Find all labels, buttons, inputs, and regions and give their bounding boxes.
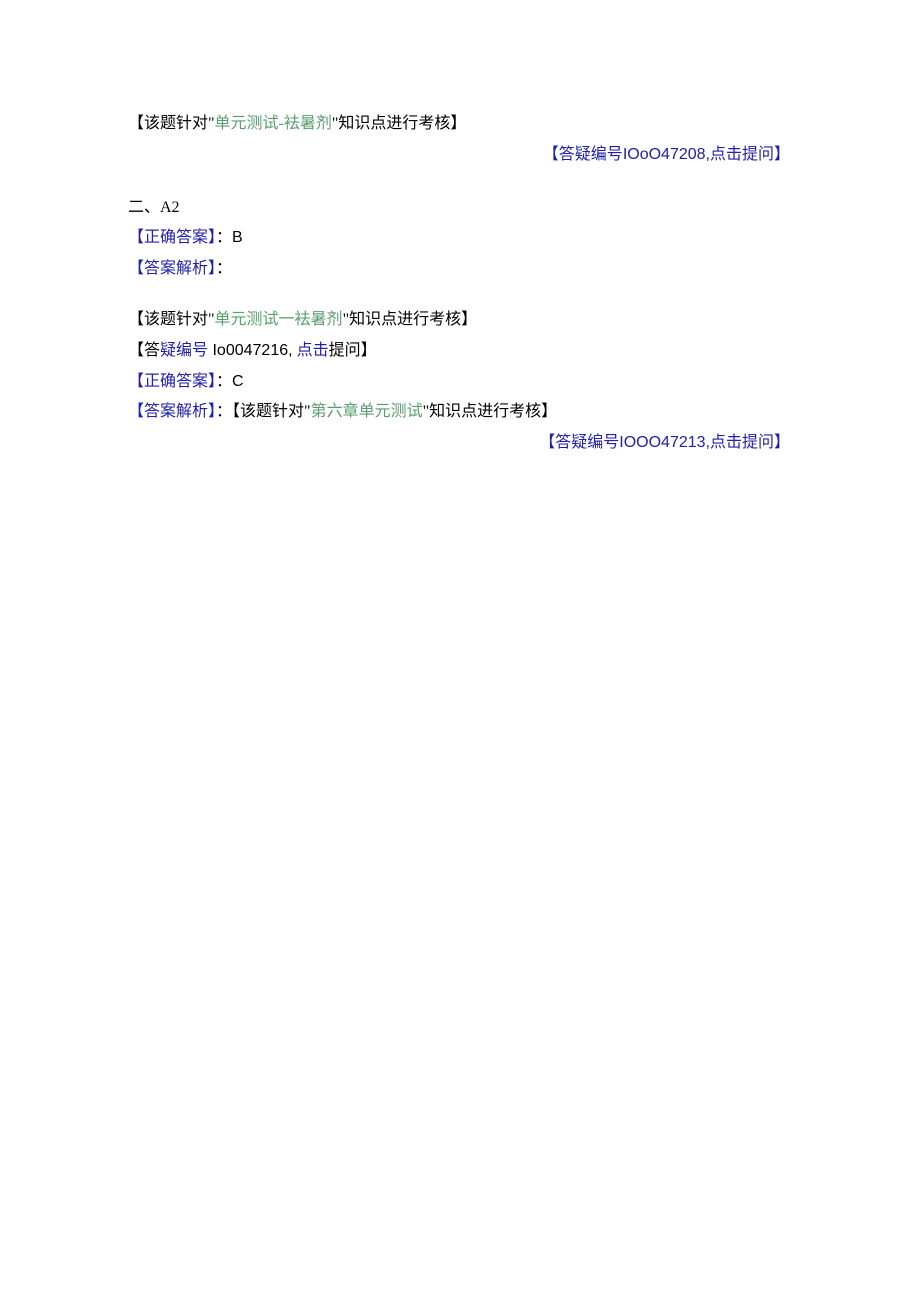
answer-label: 【正确答案】 [128, 229, 216, 246]
text-suffix: 提问】 [329, 342, 377, 359]
analysis-label: 【答案解析】 [128, 260, 216, 277]
heading-text: 二、A2 [128, 199, 180, 216]
link-suffix: 点击提问】 [710, 146, 790, 163]
answer-colon: ： [216, 229, 232, 246]
note-line-2: 【该题针对"单元测试一袪暑剂"知识点进行考核】 [128, 306, 820, 335]
text-suffix: "知识点进行考核】 [343, 311, 478, 328]
answer-colon: ： [216, 373, 232, 390]
text-prefix: 【该题针对" [128, 115, 215, 132]
text-blue-2[interactable]: 点击 [293, 342, 329, 359]
note-line-1: 【该题针对"单元测试-袪暑剂"知识点进行考核】 [128, 110, 820, 139]
answer-value: B [232, 229, 243, 246]
link-prefix: 【答疑编号 [543, 146, 623, 163]
text-id: Io0047216, [208, 342, 293, 359]
answer-label: 【正确答案】 [128, 373, 216, 390]
text-prefix: 【该题针对" [128, 311, 215, 328]
analysis-label: 【答案解析】 [128, 403, 216, 420]
text-prefix: 【答 [128, 342, 160, 359]
correct-answer-line-2: 【正确答案】：C [128, 368, 820, 397]
text-green: 第六章单元测试 [311, 403, 423, 420]
link-suffix: 点击提问】 [710, 434, 790, 451]
link-text[interactable]: 【答疑编号IOoO47208,点击提问】 [543, 146, 790, 163]
ask-question-line-3: 【答疑编号IOOO47213,点击提问】 [128, 429, 820, 458]
text-suffix: "知识点进行考核】 [423, 403, 558, 420]
link-id: IOOO47213, [619, 434, 710, 451]
link-prefix: 【答疑编号 [539, 434, 619, 451]
link-text[interactable]: 【答疑编号IOOO47213,点击提问】 [539, 434, 790, 451]
analysis-line-1: 【答案解析】： [128, 255, 820, 284]
link-id: IOoO47208, [623, 146, 710, 163]
analysis-colon: ： [216, 260, 232, 277]
text-green: 单元测试一袪暑剂 [215, 311, 343, 328]
text-suffix: "知识点进行考核】 [332, 115, 467, 132]
text-blue-1: 疑编号 [160, 342, 208, 359]
analysis-colon: ： [216, 403, 232, 420]
analysis-line-2: 【答案解析】：【该题针对"第六章单元测试"知识点进行考核】 [128, 398, 820, 427]
section-heading: 二、A2 [128, 194, 820, 223]
ask-question-line-2: 【答疑编号 Io0047216, 点击提问】 [128, 337, 820, 366]
text-prefix: 【该题针对" [232, 403, 311, 420]
text-green: 单元测试-袪暑剂 [215, 115, 332, 132]
ask-question-line-1: 【答疑编号IOoO47208,点击提问】 [128, 141, 820, 170]
correct-answer-line-1: 【正确答案】：B [128, 224, 820, 253]
answer-value: C [232, 373, 244, 390]
